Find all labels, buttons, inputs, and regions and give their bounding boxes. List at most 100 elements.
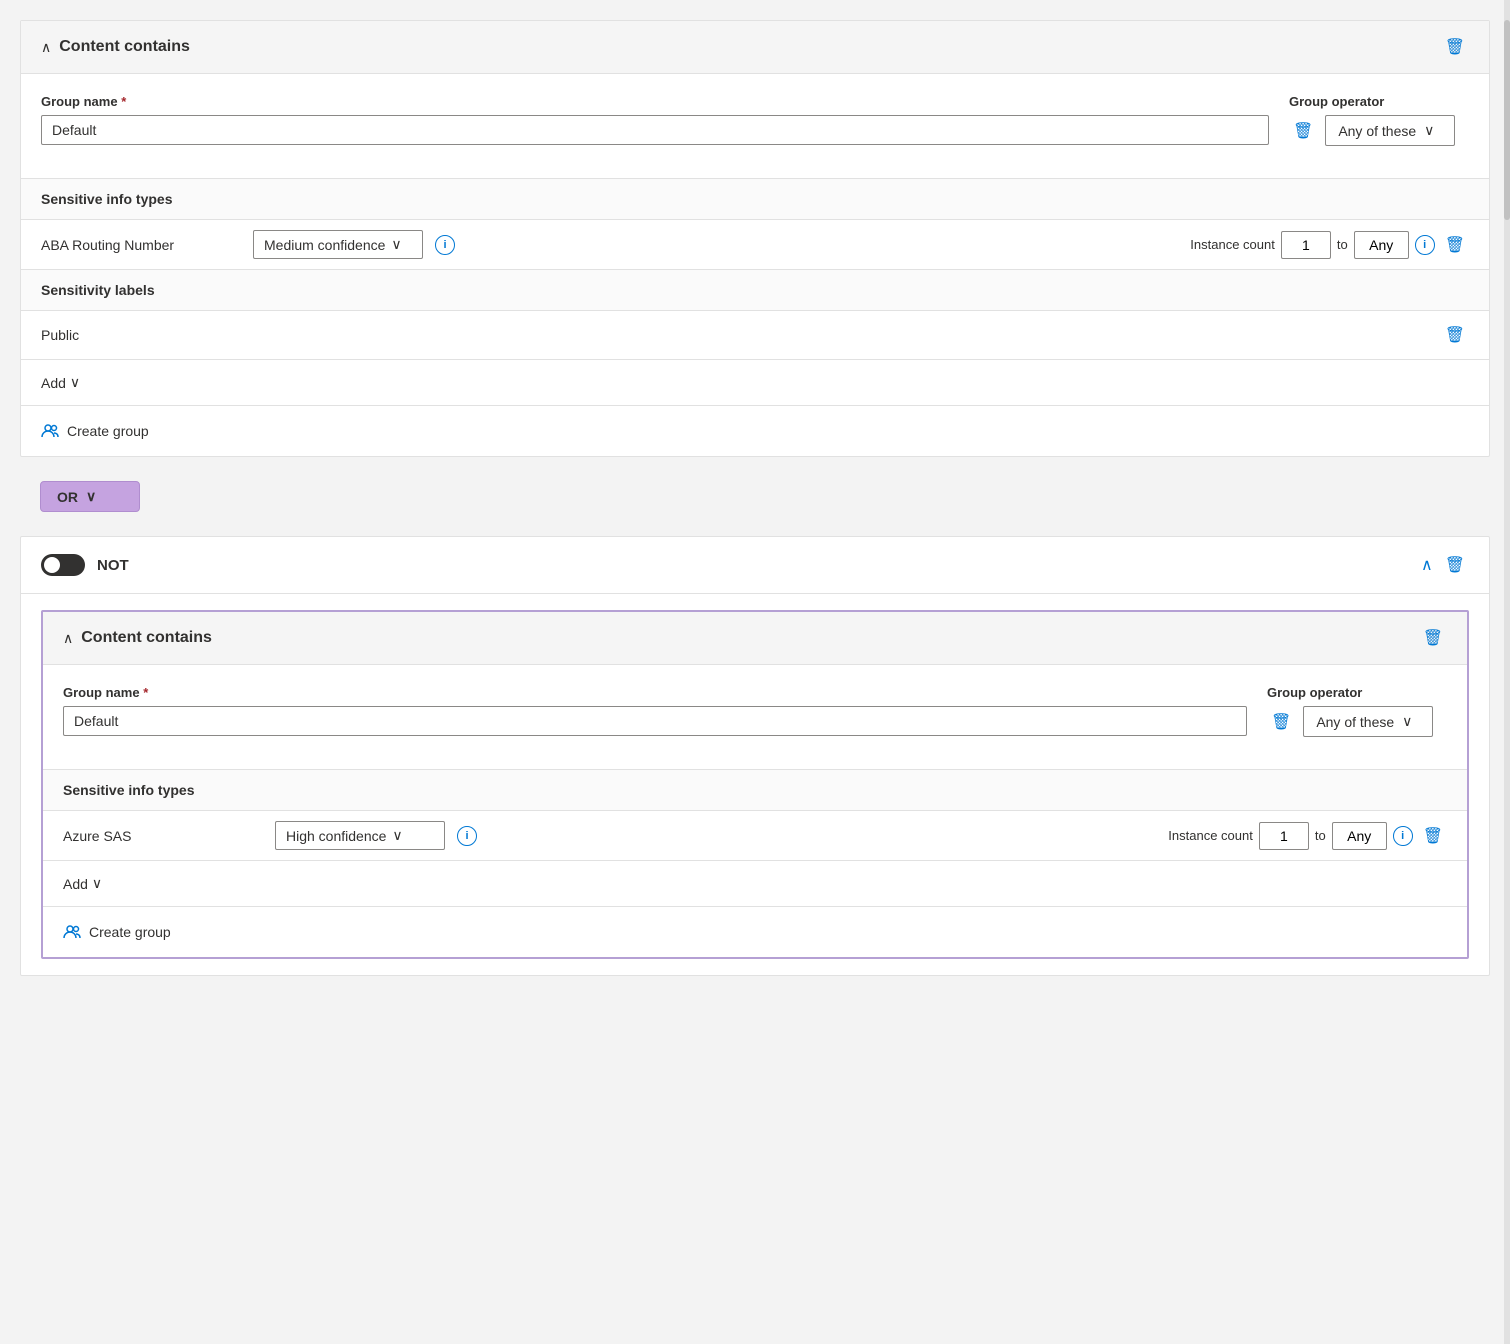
add-button-2[interactable]: Add ∨ xyxy=(63,871,102,896)
info-type-row-1: ABA Routing Number Medium confidence ∨ i… xyxy=(21,219,1489,269)
not-expand-icon[interactable]: ∧ xyxy=(1421,555,1433,575)
info-type-delete-btn-1[interactable]: 🗑 xyxy=(1441,231,1469,259)
group-operator-label-2: Group operator xyxy=(1267,685,1362,700)
not-toggle-track xyxy=(41,554,85,576)
create-group-row-2: Create group xyxy=(43,906,1467,957)
add-label-1: Add xyxy=(41,375,66,391)
not-toggle-thumb xyxy=(44,557,60,573)
confidence-dropdown-1[interactable]: Medium confidence ∨ xyxy=(253,230,423,259)
sensitivity-label-delete-btn-1[interactable]: 🗑 xyxy=(1441,321,1469,349)
inner-section-title: Content contains xyxy=(81,629,212,647)
add-label-2: Add xyxy=(63,876,88,892)
info-type-delete-btn-2[interactable]: 🗑 xyxy=(1419,822,1447,850)
confidence-value-1: Medium confidence xyxy=(264,237,385,253)
group-operator-value-1: Any of these xyxy=(1338,123,1416,139)
chevron-down-icon-op-2: ∨ xyxy=(1402,713,1412,730)
group-name-col-1: Group name * xyxy=(41,94,1269,145)
section-1-collapse-icon[interactable]: ∧ xyxy=(41,39,51,56)
group-operator-dropdown-1[interactable]: Any of these ∨ xyxy=(1325,115,1455,146)
trash-icon-op-1: 🗑 xyxy=(1293,121,1313,141)
group-operator-delete-btn-1[interactable]: 🗑 xyxy=(1289,117,1317,145)
add-chevron-icon-1: ∨ xyxy=(70,374,80,391)
group-name-label-1: Group name * xyxy=(41,94,1269,109)
trash-icon-not: 🗑 xyxy=(1445,555,1465,575)
or-dropdown-button[interactable]: OR ∨ xyxy=(40,481,140,512)
group-operator-label-1: Group operator xyxy=(1289,94,1384,109)
group-name-input-1[interactable] xyxy=(41,115,1269,145)
instance-count-to-input-2[interactable] xyxy=(1332,822,1387,850)
create-group-icon-2 xyxy=(63,923,81,941)
sensitivity-labels-subsection-1: Sensitivity labels Public 🗑 xyxy=(21,269,1489,359)
instance-info-icon-1[interactable]: i xyxy=(1415,235,1435,255)
add-button-1[interactable]: Add ∨ xyxy=(41,370,80,395)
create-group-button-1[interactable]: Create group xyxy=(41,418,149,444)
or-section: OR ∨ xyxy=(20,473,1490,520)
section-1-body: Group name * Group operator 🗑 Any of the… xyxy=(21,74,1489,178)
info-type-name-1: ABA Routing Number xyxy=(41,237,241,253)
section-1-header: ∧ Content contains 🗑 xyxy=(21,21,1489,74)
sensitivity-label-name-1: Public xyxy=(41,327,79,343)
group-operator-col-2: Group operator 🗑 Any of these ∨ xyxy=(1267,685,1447,737)
not-header: NOT ∧ 🗑 xyxy=(21,537,1489,594)
section-1-header-left: ∧ Content contains xyxy=(41,38,190,56)
trash-icon-sens-1: 🗑 xyxy=(1445,325,1465,345)
required-star-2: * xyxy=(143,685,148,700)
group-operator-col-1: Group operator 🗑 Any of these ∨ xyxy=(1289,94,1469,146)
not-delete-button[interactable]: 🗑 xyxy=(1441,551,1469,579)
trash-icon-info-1: 🗑 xyxy=(1445,235,1465,255)
sensitivity-labels-header-1: Sensitivity labels xyxy=(21,270,1489,310)
instance-count-from-input-2[interactable] xyxy=(1259,822,1309,850)
inner-section-header: ∧ Content contains 🗑 xyxy=(43,612,1467,665)
create-group-label-1: Create group xyxy=(67,423,149,439)
group-name-col-2: Group name * xyxy=(63,685,1247,736)
content-contains-section-1: ∧ Content contains 🗑 Group name * Group … xyxy=(20,20,1490,457)
instance-count-section-2: Instance count to i 🗑 xyxy=(1168,822,1447,850)
not-header-right: ∧ 🗑 xyxy=(1421,551,1469,579)
group-operator-dropdown-2[interactable]: Any of these ∨ xyxy=(1303,706,1433,737)
sensitive-info-types-subsection-2: Sensitive info types Azure SAS High conf… xyxy=(43,769,1467,860)
create-group-button-2[interactable]: Create group xyxy=(63,919,171,945)
instance-count-label-1: Instance count xyxy=(1190,237,1275,252)
not-section: NOT ∧ 🗑 ∧ Content contains 🗑 xyxy=(20,536,1490,976)
scrollbar-thumb[interactable] xyxy=(1504,20,1510,220)
create-group-label-2: Create group xyxy=(89,924,171,940)
instance-count-to-input-1[interactable] xyxy=(1354,231,1409,259)
inner-section-header-left: ∧ Content contains xyxy=(63,629,212,647)
confidence-info-icon-1[interactable]: i xyxy=(435,235,455,255)
group-operator-inner-2: 🗑 Any of these ∨ xyxy=(1267,706,1433,737)
confidence-dropdown-2[interactable]: High confidence ∨ xyxy=(275,821,445,850)
trash-icon-inner: 🗑 xyxy=(1423,628,1443,648)
sensitive-info-types-header-1: Sensitive info types xyxy=(21,179,1489,219)
section-1-delete-button[interactable]: 🗑 xyxy=(1441,33,1469,61)
or-chevron-icon: ∨ xyxy=(86,488,96,505)
trash-icon-info-2: 🗑 xyxy=(1423,826,1443,846)
instance-count-section-1: Instance count to i 🗑 xyxy=(1190,231,1469,259)
not-toggle[interactable] xyxy=(41,554,85,576)
inner-section-body: Group name * Group operator 🗑 Any xyxy=(43,665,1467,769)
instance-count-from-input-1[interactable] xyxy=(1281,231,1331,259)
inner-section-delete-button[interactable]: 🗑 xyxy=(1419,624,1447,652)
to-label-2: to xyxy=(1315,828,1326,843)
create-group-row-1: Create group xyxy=(21,405,1489,456)
group-name-input-2[interactable] xyxy=(63,706,1247,736)
confidence-value-2: High confidence xyxy=(286,828,386,844)
instance-info-icon-2[interactable]: i xyxy=(1393,826,1413,846)
add-chevron-icon-2: ∨ xyxy=(92,875,102,892)
sensitivity-label-row-1: Public 🗑 xyxy=(21,310,1489,359)
required-star-1: * xyxy=(121,94,126,109)
group-operator-delete-btn-2[interactable]: 🗑 xyxy=(1267,708,1295,736)
to-label-1: to xyxy=(1337,237,1348,252)
scrollbar[interactable] xyxy=(1504,0,1510,1344)
chevron-down-icon-op-1: ∨ xyxy=(1424,122,1434,139)
inner-content-contains-card: ∧ Content contains 🗑 Group name * xyxy=(41,610,1469,959)
add-row-2: Add ∨ xyxy=(43,860,1467,906)
group-operator-value-2: Any of these xyxy=(1316,714,1394,730)
create-group-icon-1 xyxy=(41,422,59,440)
inner-section-collapse-icon[interactable]: ∧ xyxy=(63,630,73,647)
sensitive-info-types-subsection-1: Sensitive info types ABA Routing Number … xyxy=(21,178,1489,269)
trash-icon-op-2: 🗑 xyxy=(1271,712,1291,732)
instance-count-label-2: Instance count xyxy=(1168,828,1253,843)
confidence-info-icon-2[interactable]: i xyxy=(457,826,477,846)
not-label-text: NOT xyxy=(97,557,129,574)
chevron-down-confidence-1: ∨ xyxy=(391,236,401,253)
